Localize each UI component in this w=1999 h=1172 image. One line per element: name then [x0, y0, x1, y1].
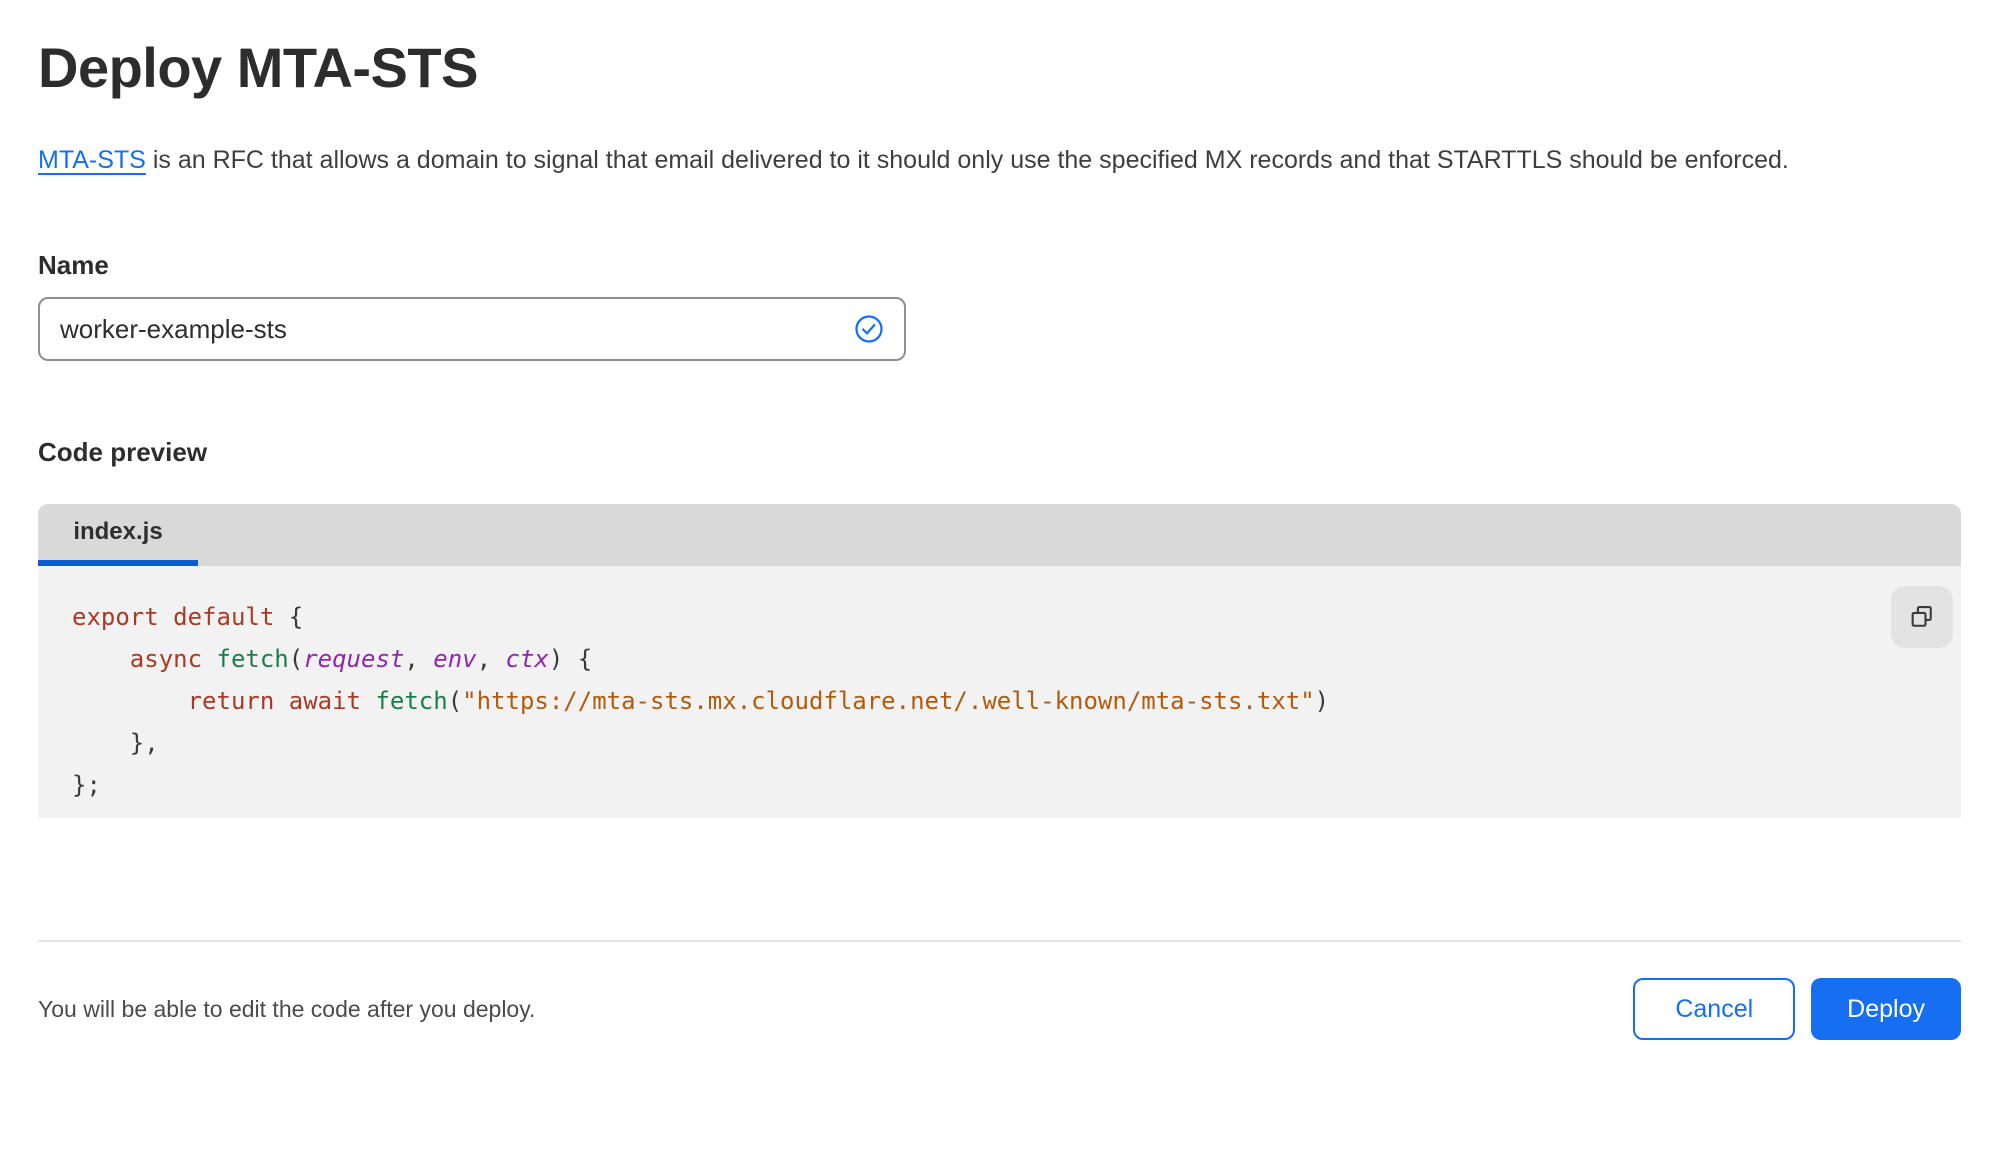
code-line: export default { [72, 603, 304, 632]
code-preview-heading: Code preview [38, 437, 208, 468]
name-label: Name [38, 250, 109, 281]
tab-index-js[interactable]: index.js [38, 504, 198, 567]
name-input[interactable] [60, 313, 854, 345]
footer-actions: Cancel Deploy [1633, 978, 1961, 1041]
code-panel: export default { async fetch(request, en… [38, 566, 1961, 819]
deploy-button[interactable]: Deploy [1811, 978, 1961, 1041]
code-line: return await fetch("https://mta-sts.mx.c… [187, 687, 1330, 716]
footer-note: You will be able to edit the code after … [38, 995, 536, 1022]
intro-text: is an RFC that allows a domain to signal… [145, 146, 1789, 175]
code-tabbar: index.js [38, 504, 1961, 567]
cancel-button[interactable]: Cancel [1633, 978, 1796, 1041]
footer: You will be able to edit the code after … [38, 978, 1961, 1041]
name-input-box[interactable] [38, 297, 906, 362]
code-line: }; [72, 771, 101, 800]
page-title: Deploy MTA-STS [38, 36, 478, 99]
code-line: async fetch(request, env, ctx) { [129, 645, 593, 674]
copy-code-button[interactable] [1891, 586, 1953, 649]
copy-icon [1908, 603, 1936, 631]
footer-divider [38, 940, 1961, 943]
mta-sts-link[interactable]: MTA-STS [38, 146, 146, 174]
check-circle-icon [854, 314, 884, 344]
code-line: }, [72, 729, 159, 758]
intro-paragraph: MTA-STS is an RFC that allows a domain t… [38, 137, 1933, 184]
deploy-mta-sts-page: Deploy MTA-STS MTA-STS is an RFC that al… [0, 34, 1999, 1041]
code-content: export default { async fetch(request, en… [72, 596, 1871, 806]
